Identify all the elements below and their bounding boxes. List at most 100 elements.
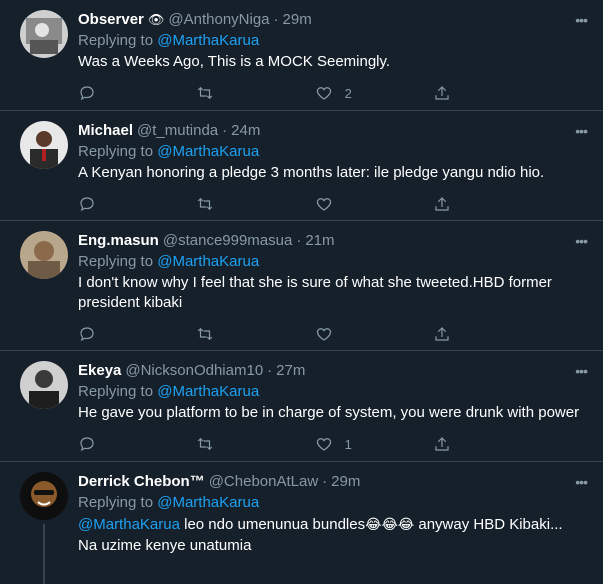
replying-to: Replying to @MarthaKarua (78, 31, 591, 51)
display-name[interactable]: Michael (78, 121, 133, 141)
reply-button[interactable] (78, 435, 138, 453)
separator-dot: · (322, 473, 328, 490)
retweet-button[interactable] (196, 325, 256, 343)
thread-line (43, 524, 45, 584)
replying-label: Replying to (78, 494, 154, 511)
mention-link[interactable]: @MarthaKarua (157, 383, 259, 400)
retweet-button[interactable] (196, 84, 256, 102)
replying-to: Replying to @MarthaKarua (78, 382, 591, 402)
retweet-icon (198, 327, 213, 341)
replying-to: Replying to @MarthaKarua (78, 493, 591, 513)
tweet-actions: 2 (78, 80, 493, 106)
avatar[interactable] (20, 361, 68, 409)
share-icon (435, 437, 449, 451)
tweet-text-part: anyway HBD Kibaki... (414, 516, 563, 533)
timestamp[interactable]: 29m (283, 10, 312, 30)
retweet-button[interactable] (196, 435, 256, 453)
more-icon[interactable]: ••• (575, 123, 588, 139)
avatar[interactable] (20, 121, 68, 169)
more-icon[interactable]: ••• (575, 474, 588, 490)
replying-label: Replying to (78, 253, 154, 270)
timestamp[interactable]: 29m (331, 472, 360, 492)
share-button[interactable] (433, 435, 493, 453)
tweet-text: @MarthaKarua leo ndo umenunua bundles😂😂😂… (78, 514, 591, 535)
replying-label: Replying to (78, 32, 154, 49)
mention-link[interactable]: @MarthaKarua (157, 494, 259, 511)
reply-icon (80, 86, 94, 101)
avatar[interactable] (20, 10, 68, 58)
more-icon[interactable]: ••• (575, 12, 588, 28)
tweet[interactable]: Observer 👁 @AnthonyNiga · 29m ••• Replyi… (0, 0, 603, 111)
tweet[interactable]: Eng.masun @stance999masua · 21m ••• Repl… (0, 221, 603, 351)
mention-link[interactable]: @MarthaKarua (157, 253, 259, 270)
retweet-icon (198, 86, 213, 100)
tweet[interactable]: Derrick Chebon™ @ChebonAtLaw · 29m ••• R… (0, 462, 603, 584)
timestamp[interactable]: 21m (305, 231, 334, 251)
tweet-actions (78, 191, 493, 217)
replying-label: Replying to (78, 143, 154, 160)
replying-label: Replying to (78, 383, 154, 400)
like-count: 2 (344, 85, 352, 101)
separator-dot: · (222, 122, 228, 139)
like-icon (316, 438, 331, 451)
timestamp[interactable]: 27m (276, 361, 305, 381)
reply-button[interactable] (78, 325, 138, 343)
tweet-text: A Kenyan honoring a pledge 3 months late… (78, 164, 545, 181)
display-name[interactable]: Observer (78, 10, 144, 30)
user-handle[interactable]: @ChebonAtLaw (209, 472, 318, 492)
display-name[interactable]: Eng.masun (78, 231, 159, 251)
share-button[interactable] (433, 195, 493, 213)
share-button[interactable] (433, 325, 493, 343)
separator-dot: · (267, 362, 273, 379)
laughing-emoji: 😂😂😂 (365, 516, 415, 532)
avatar[interactable] (20, 472, 68, 520)
reply-icon (80, 327, 94, 342)
user-handle[interactable]: @NicksonOdhiam10 (125, 361, 263, 381)
separator-dot: · (296, 232, 302, 249)
like-button[interactable] (315, 325, 375, 343)
reply-button[interactable] (78, 84, 138, 102)
text-mention-link[interactable]: @MarthaKarua (78, 516, 180, 533)
tweet-text-line: Na uzime kenye unatumia (78, 537, 252, 554)
share-icon (435, 327, 449, 341)
tweet-text: He gave you platform to be in charge of … (78, 404, 580, 421)
tweet[interactable]: Ekeya @NicksonOdhiam10 · 27m ••• Replyin… (0, 351, 603, 462)
mention-link[interactable]: @MarthaKarua (157, 143, 259, 160)
eye-emoji: 👁 (147, 12, 165, 27)
like-icon (316, 87, 331, 100)
retweet-button[interactable] (196, 195, 256, 213)
like-count: 1 (344, 436, 352, 452)
reply-feed: Observer 👁 @AnthonyNiga · 29m ••• Replyi… (0, 0, 603, 584)
retweet-icon (198, 437, 213, 451)
reply-icon (80, 437, 94, 452)
share-icon (435, 86, 449, 100)
display-name[interactable]: Ekeya (78, 361, 121, 381)
replying-to: Replying to @MarthaKarua (78, 142, 591, 162)
reply-button[interactable] (78, 195, 138, 213)
user-handle[interactable]: @t_mutinda (137, 121, 218, 141)
more-icon[interactable]: ••• (575, 233, 588, 249)
tweet-text: I don't know why I feel that she is sure… (78, 274, 552, 311)
reply-icon (80, 197, 94, 212)
share-button[interactable] (433, 84, 493, 102)
user-handle[interactable]: @stance999masua (163, 231, 292, 251)
retweet-icon (198, 197, 213, 211)
tweet-actions: 1 (78, 431, 493, 457)
share-icon (435, 197, 449, 211)
timestamp[interactable]: 24m (231, 121, 260, 141)
like-icon (316, 328, 331, 341)
user-handle[interactable]: @AnthonyNiga (168, 10, 269, 30)
replying-to: Replying to @MarthaKarua (78, 252, 591, 272)
tweet-text: Was a Weeks Ago, This is a MOCK Seemingl… (78, 53, 391, 70)
tweet-text-part: leo ndo umenunua bundles (179, 516, 366, 533)
avatar[interactable] (20, 231, 68, 279)
like-button[interactable] (315, 195, 375, 213)
like-button[interactable]: 1 (315, 435, 375, 453)
more-icon[interactable]: ••• (575, 363, 588, 379)
tweet-actions (78, 321, 493, 347)
tweet[interactable]: Michael @t_mutinda · 24m ••• Replying to… (0, 111, 603, 221)
separator-dot: · (273, 11, 279, 28)
display-name[interactable]: Derrick Chebon™ (78, 472, 205, 492)
mention-link[interactable]: @MarthaKarua (157, 32, 259, 49)
like-button[interactable]: 2 (315, 84, 375, 102)
